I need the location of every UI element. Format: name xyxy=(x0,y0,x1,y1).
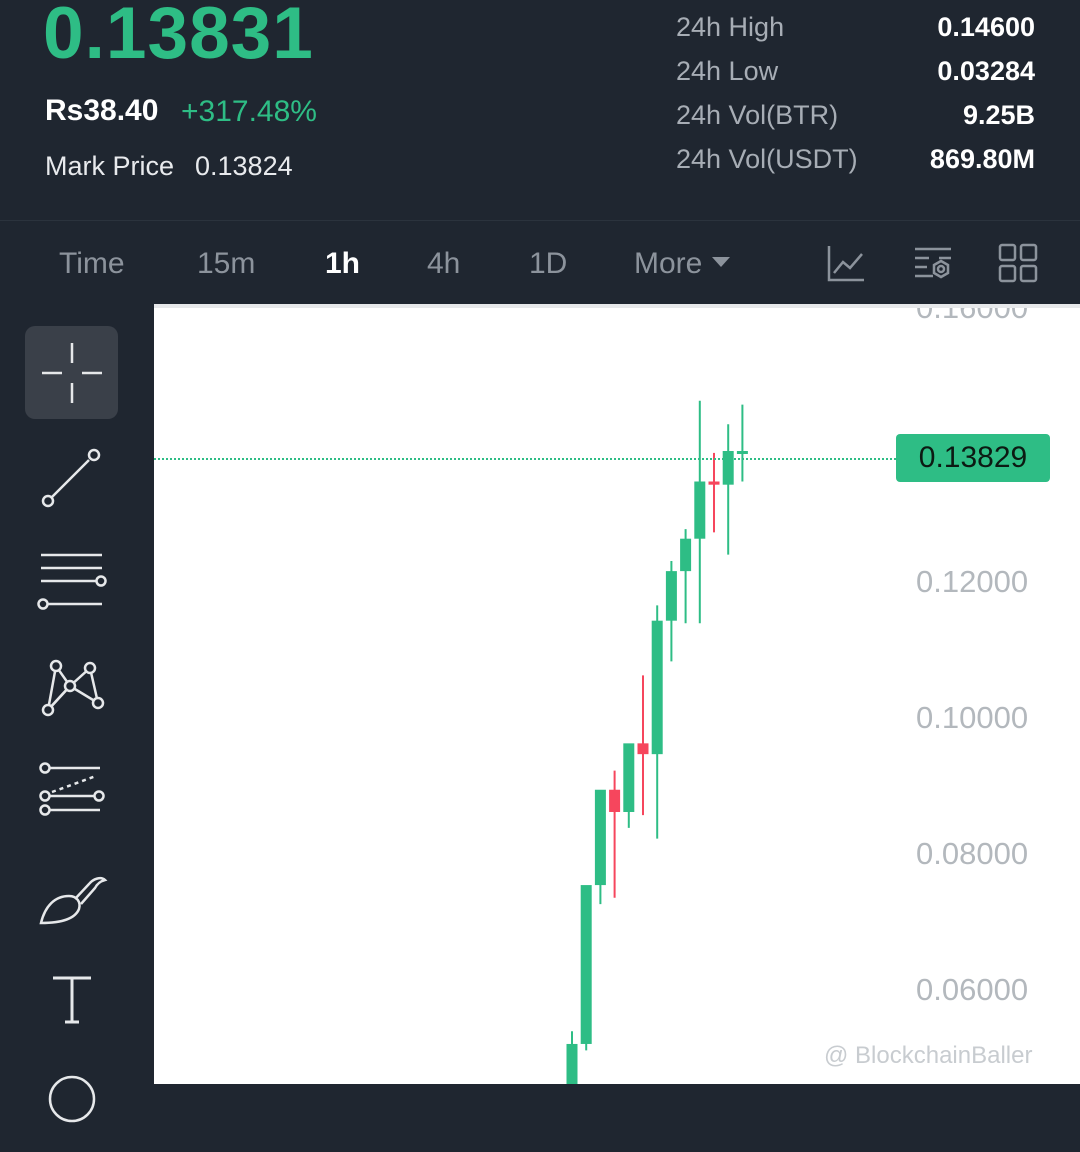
tab-4h[interactable]: 4h xyxy=(427,247,460,281)
candle xyxy=(694,400,706,624)
candle-body xyxy=(736,450,748,454)
chart-settings-icon[interactable] xyxy=(913,243,953,283)
change-percent: +317.48% xyxy=(181,95,317,128)
horizontal-lines-icon xyxy=(37,553,107,610)
tab-1h[interactable]: 1h xyxy=(325,247,360,281)
fib-retracement-tool[interactable] xyxy=(25,750,118,843)
candle-body xyxy=(609,789,621,812)
watermark: @ BlockchainBaller xyxy=(824,1042,1033,1069)
more-dropdown[interactable]: More xyxy=(634,247,731,281)
stat-label-vol-usdt: 24h Vol(USDT) xyxy=(676,144,858,174)
more-tools[interactable] xyxy=(25,1059,118,1152)
more-label: More xyxy=(634,247,703,280)
candle-body xyxy=(651,620,663,755)
pattern-icon xyxy=(41,659,105,717)
candle-body xyxy=(594,789,606,886)
candle xyxy=(651,605,663,839)
current-price-tag: 0.13829 xyxy=(896,434,1050,482)
trend-line-icon xyxy=(41,448,101,508)
candle-body xyxy=(623,743,635,812)
candle xyxy=(637,675,649,816)
mark-price-value: 0.13824 xyxy=(195,151,293,181)
interval-bar: Time 15m 1h 4h 1D More xyxy=(0,220,1080,305)
stat-value-high: 0.14600 xyxy=(937,12,1035,42)
candle xyxy=(580,885,592,1051)
current-price-line xyxy=(154,458,896,460)
candle-body xyxy=(637,743,649,755)
candle xyxy=(566,1031,578,1084)
fiat-price: Rs38.40 xyxy=(45,94,159,127)
crosshair-tool[interactable] xyxy=(25,326,118,419)
brush-icon xyxy=(39,876,108,925)
price-tick: 0.06000 xyxy=(916,972,1029,1007)
candle xyxy=(594,789,606,905)
stat-label-low: 24h Low xyxy=(676,56,779,86)
tab-1d[interactable]: 1D xyxy=(529,247,567,281)
stat-label-vol-btr: 24h Vol(BTR) xyxy=(676,100,839,130)
stat-value-vol-usdt: 869.80M xyxy=(929,144,1035,174)
price-tick: 0.08000 xyxy=(916,836,1029,871)
candle xyxy=(665,560,677,662)
candle xyxy=(736,404,748,482)
candle xyxy=(609,770,621,898)
stat-value-vol-btr: 9.25B xyxy=(962,100,1035,130)
drawing-tools-sidebar xyxy=(0,304,154,1123)
stat-value-low: 0.03284 xyxy=(937,56,1035,86)
candle xyxy=(722,424,734,555)
price-chart[interactable]: 0.16000 0.12000 0.10000 0.08000 0.06000 … xyxy=(154,304,1080,1084)
candle-body xyxy=(694,481,706,539)
crosshair-icon xyxy=(42,343,102,403)
stat-label-high: 24h High xyxy=(676,12,785,42)
candle-body xyxy=(708,481,720,485)
text-tool-icon xyxy=(53,976,91,1024)
circle-tool-icon xyxy=(48,1075,96,1123)
candle xyxy=(708,452,720,533)
tab-time[interactable]: Time xyxy=(59,247,125,281)
tab-15m[interactable]: 15m xyxy=(197,247,255,281)
candle-body xyxy=(722,450,734,485)
fib-retracement-icon xyxy=(39,762,105,816)
price-tick: 0.16000 xyxy=(916,304,1029,325)
indicator-chart-icon[interactable] xyxy=(826,243,866,283)
last-price: 0.13831 xyxy=(43,0,314,74)
price-tick: 0.12000 xyxy=(916,564,1029,599)
candle-body xyxy=(680,538,692,572)
ticker-header: 0.13831 Rs38.40 +317.48% Mark Price 0.13… xyxy=(0,0,1080,220)
horizontal-lines-tool[interactable] xyxy=(25,538,118,631)
brush-tool[interactable] xyxy=(25,856,118,949)
candle-body xyxy=(566,1043,578,1084)
mark-price-label: Mark Price xyxy=(45,151,175,181)
candlestick-layer xyxy=(566,400,748,1084)
text-tool[interactable] xyxy=(25,952,118,1045)
pattern-tool[interactable] xyxy=(25,644,118,737)
candle-body xyxy=(665,571,677,621)
trend-line-tool[interactable] xyxy=(25,432,118,525)
layout-grid-icon[interactable] xyxy=(998,243,1038,283)
candle xyxy=(623,743,635,828)
price-tick: 0.10000 xyxy=(916,700,1029,735)
caret-down-icon xyxy=(712,257,731,268)
candle-body xyxy=(580,885,592,1044)
candle xyxy=(680,529,692,624)
